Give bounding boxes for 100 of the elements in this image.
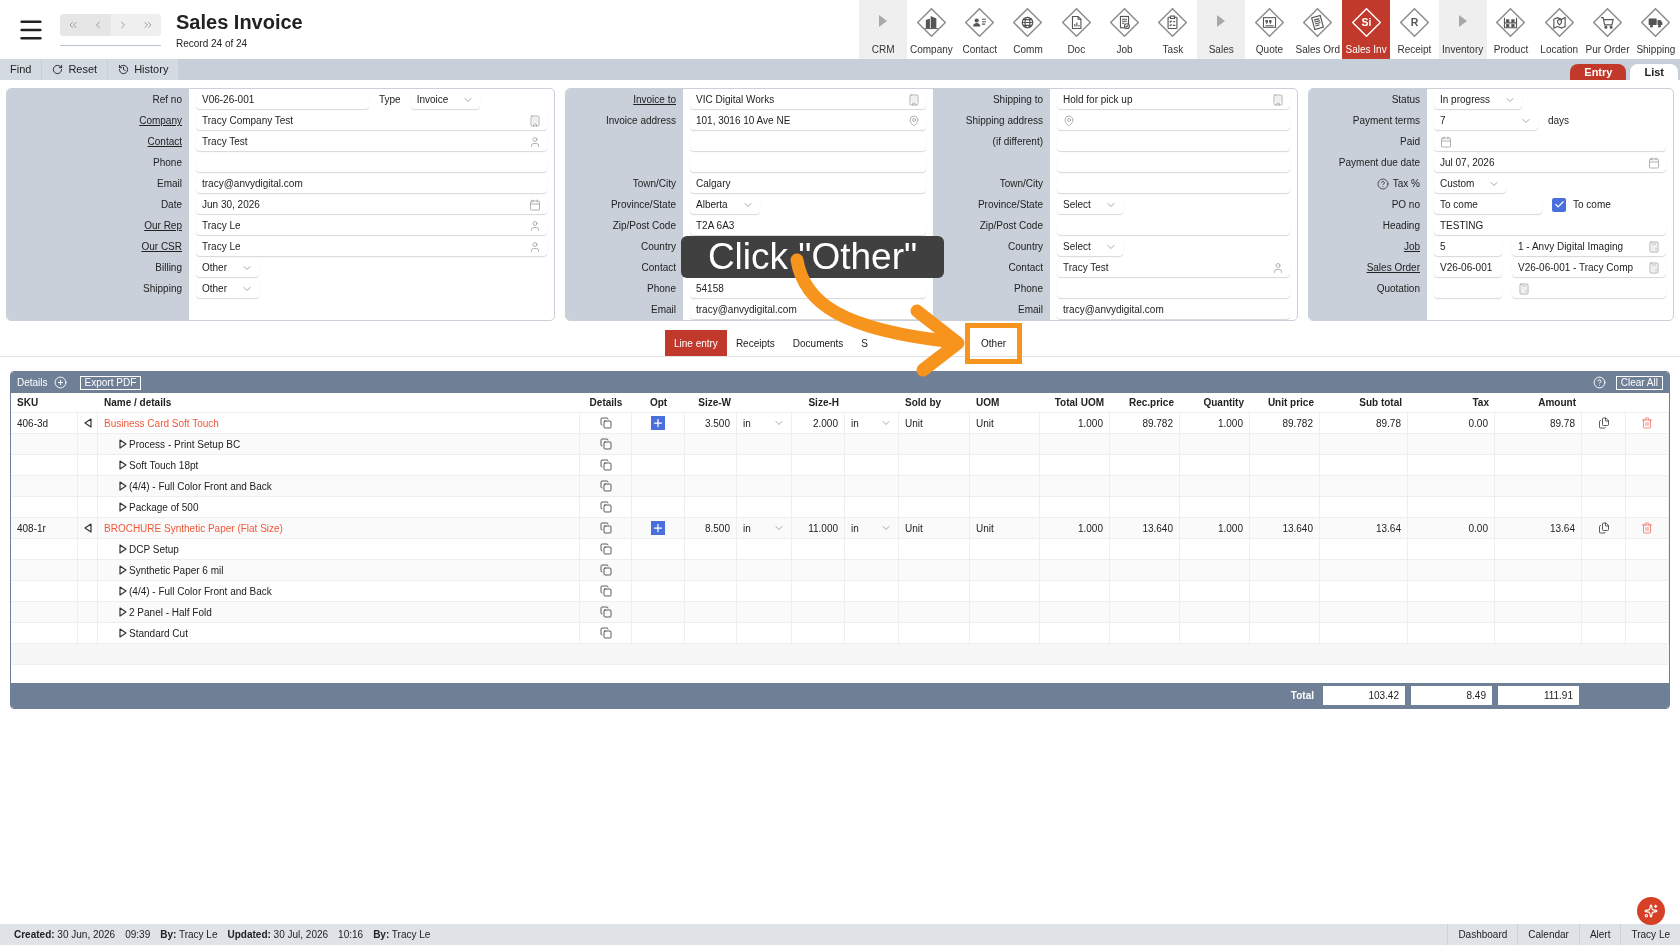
dropdown[interactable]: Other bbox=[196, 258, 259, 277]
footer-button[interactable]: Dashboard bbox=[1447, 924, 1518, 945]
caret-left-icon[interactable] bbox=[83, 418, 92, 428]
input-field[interactable]: 1 - Anvy Digital Imaging bbox=[1512, 237, 1666, 256]
input-field[interactable]: Tracy Test bbox=[196, 132, 547, 151]
input-field[interactable]: Jul 07, 2026 bbox=[1434, 153, 1666, 172]
input-field[interactable] bbox=[1434, 132, 1666, 151]
footer-button[interactable]: Calendar bbox=[1517, 924, 1579, 945]
field-link[interactable]: Our Rep bbox=[144, 218, 182, 233]
unit-dropdown[interactable]: in bbox=[845, 520, 898, 536]
view-tab[interactable]: Entry bbox=[1570, 64, 1627, 80]
field-link[interactable]: Job bbox=[1403, 239, 1420, 254]
input-field[interactable]: tracy@anvydigital.com bbox=[1057, 300, 1290, 319]
copy-icon[interactable] bbox=[599, 522, 612, 534]
input-field[interactable] bbox=[1057, 216, 1290, 235]
input-field[interactable]: 54158 bbox=[690, 279, 926, 298]
calendar-icon[interactable] bbox=[1440, 135, 1452, 148]
input-field[interactable]: T2A 6A3 bbox=[690, 216, 926, 235]
map-pin-icon[interactable] bbox=[1063, 114, 1075, 127]
add-button[interactable] bbox=[651, 416, 665, 430]
caret-right-icon[interactable] bbox=[119, 565, 127, 575]
field-link[interactable]: Invoice to bbox=[633, 92, 676, 107]
files-icon[interactable] bbox=[1597, 417, 1610, 429]
input-field[interactable] bbox=[1512, 279, 1666, 298]
toolbar-button[interactable]: History bbox=[108, 59, 179, 80]
dropdown[interactable]: 7 bbox=[1434, 111, 1538, 130]
person-icon[interactable] bbox=[1272, 261, 1284, 274]
dropdown[interactable]: Custom bbox=[1434, 174, 1507, 193]
input-field[interactable]: Tracy Company Test bbox=[196, 111, 547, 130]
section-button[interactable]: Inventory bbox=[1438, 0, 1487, 59]
module-button[interactable]: Si Sales Inv bbox=[1341, 0, 1391, 59]
help-icon[interactable] bbox=[1376, 177, 1389, 190]
person-icon[interactable] bbox=[529, 240, 541, 253]
person-icon[interactable] bbox=[529, 219, 541, 232]
add-circle-icon[interactable] bbox=[53, 376, 67, 389]
unit-dropdown[interactable]: in bbox=[737, 520, 791, 536]
dropdown[interactable]: Other bbox=[196, 279, 259, 298]
export-button[interactable]: Export PDF bbox=[79, 375, 142, 390]
section-button[interactable]: Sales bbox=[1197, 0, 1246, 59]
input-field[interactable]: VIC Digital Works bbox=[690, 90, 926, 109]
dropdown[interactable]: In progress bbox=[1434, 90, 1523, 109]
copy-icon[interactable] bbox=[599, 606, 612, 618]
input-field[interactable]: 5 bbox=[1434, 237, 1502, 256]
calculator-icon[interactable] bbox=[1648, 240, 1660, 253]
input-field[interactable]: Hold for pick up bbox=[1057, 90, 1290, 109]
nav-button[interactable] bbox=[85, 13, 111, 36]
calendar-icon[interactable] bbox=[529, 198, 541, 211]
input-field[interactable] bbox=[1057, 279, 1290, 298]
footer-button[interactable]: Alert bbox=[1578, 924, 1621, 945]
input-field[interactable]: tracy@anvydigital.com bbox=[196, 174, 547, 193]
trash-icon[interactable] bbox=[1641, 417, 1653, 429]
input-field[interactable] bbox=[1057, 132, 1290, 151]
caret-right-icon[interactable] bbox=[119, 502, 127, 512]
toolbar-button[interactable]: Find bbox=[0, 59, 42, 80]
field-link[interactable]: Contact bbox=[147, 134, 182, 149]
input-field[interactable] bbox=[690, 132, 926, 151]
copy-icon[interactable] bbox=[599, 564, 612, 576]
building-icon[interactable] bbox=[908, 93, 920, 106]
input-field[interactable]: V26-06-001 - Tracy Comp bbox=[1512, 258, 1666, 277]
checkbox[interactable] bbox=[1552, 197, 1566, 212]
input-field[interactable] bbox=[690, 153, 926, 172]
copy-icon[interactable] bbox=[599, 543, 612, 555]
input-field[interactable]: TESTING bbox=[1434, 216, 1666, 235]
copy-icon[interactable] bbox=[599, 480, 612, 492]
field-link[interactable]: Company bbox=[139, 113, 182, 128]
files-icon[interactable] bbox=[1597, 522, 1610, 534]
copy-icon[interactable] bbox=[599, 417, 612, 429]
toolbar-button[interactable]: Reset bbox=[42, 59, 108, 80]
input-field[interactable] bbox=[1057, 153, 1290, 172]
copy-icon[interactable] bbox=[599, 438, 612, 450]
calendar-icon[interactable] bbox=[1648, 156, 1660, 169]
input-field[interactable] bbox=[1434, 279, 1502, 298]
unit-dropdown[interactable]: in bbox=[845, 415, 898, 431]
input-field[interactable]: Calgary bbox=[690, 174, 926, 193]
dropdown[interactable]: Invoice bbox=[410, 90, 481, 109]
copy-icon[interactable] bbox=[599, 459, 612, 471]
caret-right-icon[interactable] bbox=[119, 628, 127, 638]
caret-right-icon[interactable] bbox=[119, 460, 127, 470]
copy-icon[interactable] bbox=[599, 585, 612, 597]
caret-left-icon[interactable] bbox=[83, 523, 92, 533]
input-field[interactable]: V26-06-001 bbox=[1434, 258, 1502, 277]
input-field[interactable]: Jun 30, 2026 bbox=[196, 195, 547, 214]
copy-icon[interactable] bbox=[599, 627, 612, 639]
calculator-icon[interactable] bbox=[1518, 282, 1530, 295]
section-button[interactable]: CRM bbox=[858, 0, 908, 59]
view-tab[interactable]: List bbox=[1630, 64, 1678, 80]
input-field[interactable]: Tracy Le bbox=[196, 237, 547, 256]
dropdown[interactable]: Alberta bbox=[690, 195, 760, 214]
field-link[interactable]: Sales Order bbox=[1366, 260, 1420, 275]
caret-right-icon[interactable] bbox=[119, 586, 127, 596]
input-field[interactable]: Tracy Test bbox=[1057, 258, 1290, 277]
caret-right-icon[interactable] bbox=[119, 607, 127, 617]
copy-icon[interactable] bbox=[599, 501, 612, 513]
caret-right-icon[interactable] bbox=[119, 481, 127, 491]
trash-icon[interactable] bbox=[1641, 522, 1653, 534]
unit-dropdown[interactable]: in bbox=[737, 415, 791, 431]
caret-right-icon[interactable] bbox=[119, 439, 127, 449]
input-field[interactable] bbox=[1057, 111, 1290, 130]
add-button[interactable] bbox=[651, 521, 665, 535]
input-field[interactable]: To come bbox=[1434, 195, 1542, 214]
